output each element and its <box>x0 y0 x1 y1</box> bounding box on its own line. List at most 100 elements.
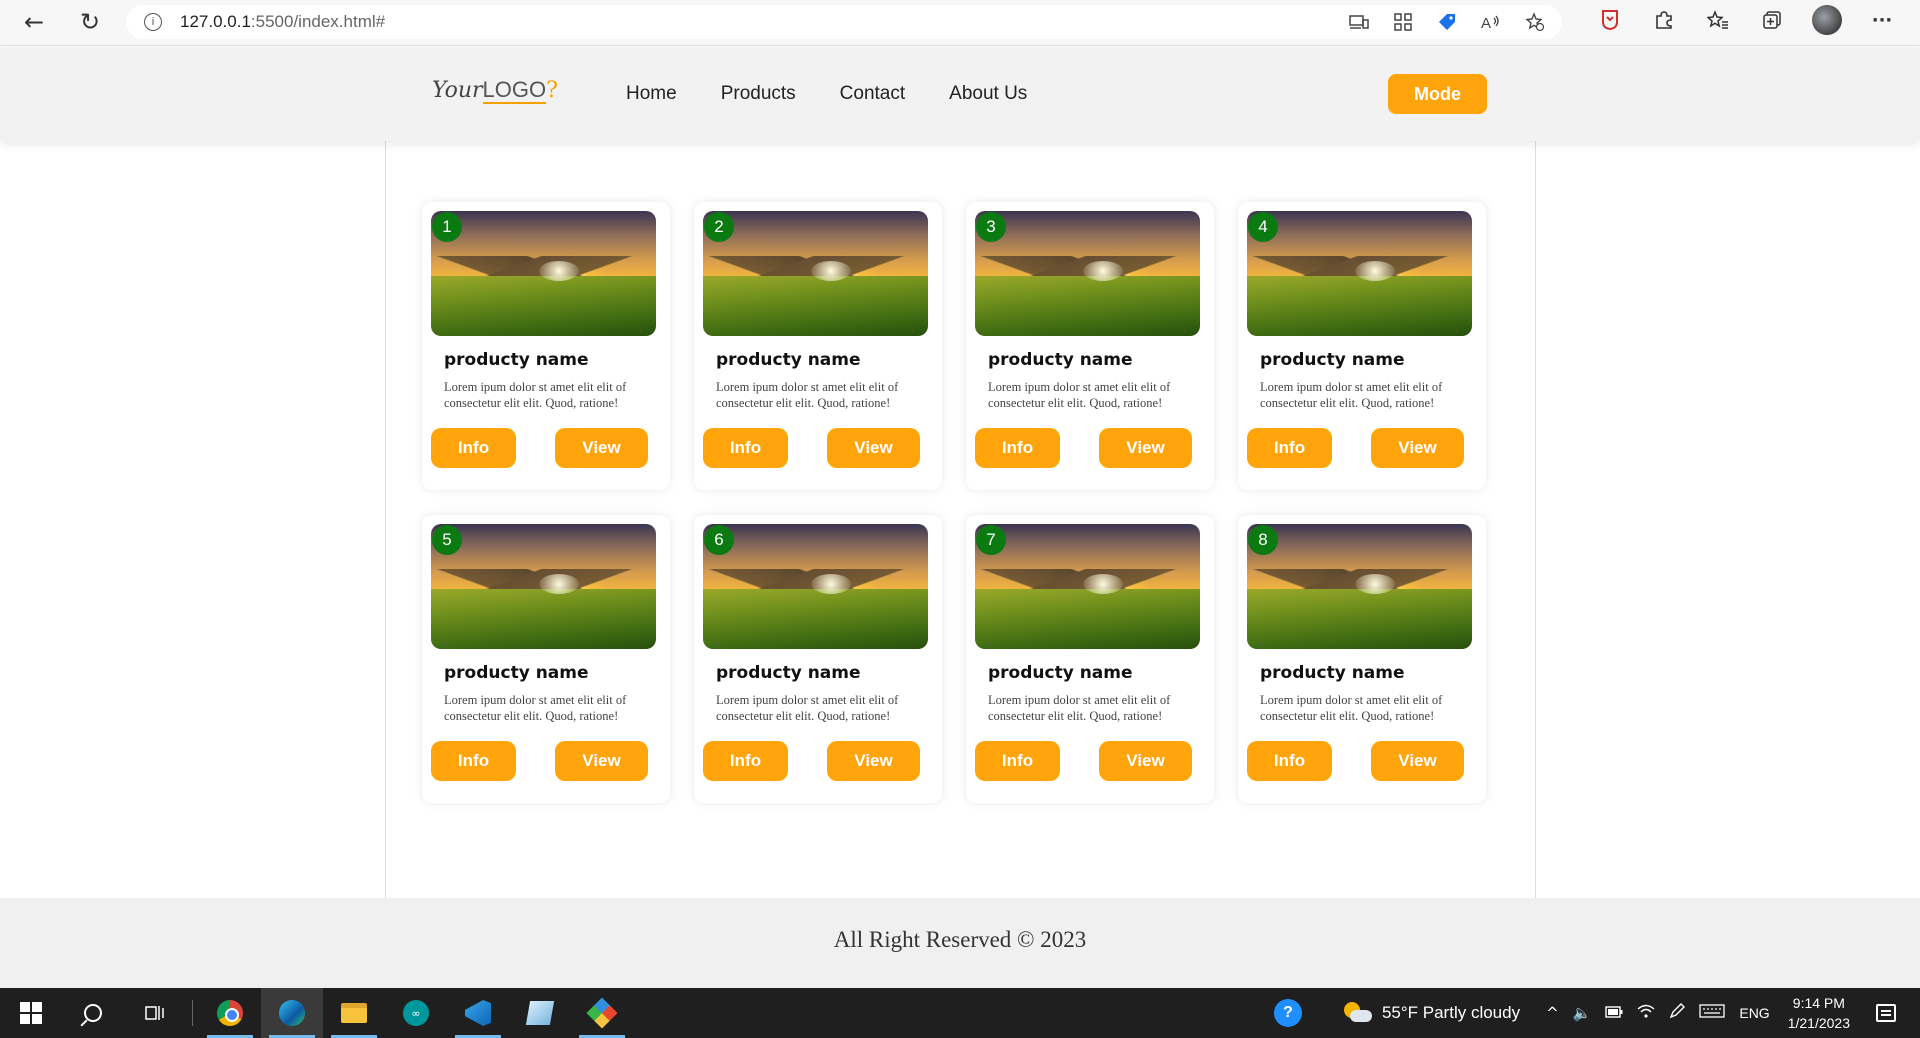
pen-icon[interactable] <box>1669 1003 1686 1023</box>
product-image <box>1247 211 1472 336</box>
product-image <box>431 211 656 336</box>
task-view-icon[interactable] <box>124 988 186 1038</box>
view-button[interactable]: View <box>555 428 648 468</box>
nav-home[interactable]: Home <box>626 83 677 105</box>
product-actions: Info View <box>975 428 1200 468</box>
view-button[interactable]: View <box>555 741 648 781</box>
product-grid: 1 producty name Lorem ipum dolor st amet… <box>422 202 1486 803</box>
system-tray: ? 55°F Partly cloudy ^ 🔈 ENG 9:14 PM 1/2… <box>1273 988 1920 1038</box>
product-description: Lorem ipum dolor st amet elit elit of co… <box>716 380 899 410</box>
more-icon[interactable]: ··· <box>1868 6 1896 34</box>
view-button[interactable]: View <box>827 741 920 781</box>
shopping-tag-icon[interactable] <box>1434 9 1460 35</box>
taskbar-divider <box>192 1000 193 1026</box>
apps-icon[interactable] <box>1390 9 1416 35</box>
product-image <box>431 524 656 649</box>
product-name: producty name <box>444 350 589 370</box>
info-button[interactable]: Info <box>975 741 1060 781</box>
windows-start-icon[interactable] <box>0 988 62 1038</box>
collections-icon[interactable] <box>1758 6 1786 34</box>
browser-actions: ··· <box>1596 5 1920 35</box>
mode-toggle-button[interactable]: Mode <box>1388 74 1487 114</box>
weather-icon[interactable] <box>1342 1002 1372 1024</box>
product-name: producty name <box>716 663 861 683</box>
info-button[interactable]: Info <box>431 741 516 781</box>
main-nav: Home Products Contact About Us <box>626 83 1027 105</box>
arduino-icon[interactable]: ∞ <box>385 988 447 1038</box>
profile-icon[interactable] <box>1812 5 1842 35</box>
nav-contact[interactable]: Contact <box>840 83 905 105</box>
site-logo[interactable]: YourLOGO? <box>432 77 558 104</box>
site-info-icon[interactable]: i <box>144 13 162 31</box>
site-header: YourLOGO? Home Products Contact About Us… <box>0 47 1920 141</box>
battery-icon[interactable] <box>1605 1004 1623 1022</box>
favorites-icon[interactable] <box>1704 6 1732 34</box>
reload-icon[interactable]: ↻ <box>76 8 104 36</box>
chevron-up-icon[interactable]: ^ <box>1546 1004 1559 1022</box>
view-button[interactable]: View <box>1371 741 1464 781</box>
product-name: producty name <box>988 663 1133 683</box>
nav-about-us[interactable]: About Us <box>949 83 1027 105</box>
product-number-badge: 1 <box>432 212 462 242</box>
language-indicator[interactable]: ENG <box>1739 1005 1769 1021</box>
product-description: Lorem ipum dolor st amet elit elit of co… <box>444 693 627 723</box>
search-icon[interactable] <box>62 988 124 1038</box>
copyright-text: All Right Reserved © 2023 <box>833 927 1087 952</box>
info-button[interactable]: Info <box>1247 741 1332 781</box>
product-actions: Info View <box>1247 428 1472 468</box>
address-bar[interactable]: i 127.0.0.1:5500/index.html# A <box>126 5 1562 39</box>
info-button[interactable]: Info <box>703 741 788 781</box>
site-footer: All Right Reserved © 2023 <box>0 898 1920 988</box>
product-card: 7 producty name Lorem ipum dolor st amet… <box>966 515 1214 803</box>
volume-icon[interactable]: 🔈 <box>1573 1004 1592 1022</box>
product-card: 4 producty name Lorem ipum dolor st amet… <box>1238 202 1486 490</box>
product-number-badge: 3 <box>976 212 1006 242</box>
info-button[interactable]: Info <box>975 428 1060 468</box>
file-explorer-icon[interactable] <box>323 988 385 1038</box>
keyboard-icon[interactable] <box>1699 1003 1726 1023</box>
pdf-icon[interactable] <box>1596 6 1624 34</box>
view-button[interactable]: View <box>827 428 920 468</box>
notepad-icon[interactable] <box>509 988 571 1038</box>
extensions-icon[interactable] <box>1650 6 1678 34</box>
view-button[interactable]: View <box>1371 428 1464 468</box>
clock[interactable]: 9:14 PM 1/21/2023 <box>1788 993 1850 1033</box>
help-icon[interactable]: ? <box>1273 999 1302 1027</box>
git-icon[interactable] <box>571 988 633 1038</box>
read-aloud-icon[interactable]: A <box>1478 9 1504 35</box>
weather-text[interactable]: 55°F Partly cloudy <box>1382 1003 1520 1023</box>
info-button[interactable]: Info <box>703 428 788 468</box>
product-card: 5 producty name Lorem ipum dolor st amet… <box>422 515 670 803</box>
view-button[interactable]: View <box>1099 428 1192 468</box>
info-button[interactable]: Info <box>1247 428 1332 468</box>
back-arrow-icon[interactable]: ← <box>20 8 48 36</box>
product-number-badge: 4 <box>1248 212 1278 242</box>
browser-toolbar: ← ↻ i 127.0.0.1:5500/index.html# A ··· <box>0 0 1920 46</box>
svg-text:A: A <box>1481 15 1491 31</box>
product-image <box>703 211 928 336</box>
product-description: Lorem ipum dolor st amet elit elit of co… <box>716 693 899 723</box>
add-favorite-icon[interactable] <box>1522 9 1548 35</box>
product-card: 3 producty name Lorem ipum dolor st amet… <box>966 202 1214 490</box>
url-path: :5500/index.html# <box>250 12 386 31</box>
nav-products[interactable]: Products <box>721 83 796 105</box>
product-description: Lorem ipum dolor st amet elit elit of co… <box>988 380 1171 410</box>
product-description: Lorem ipum dolor st amet elit elit of co… <box>444 380 627 410</box>
info-button[interactable]: Info <box>431 428 516 468</box>
view-button[interactable]: View <box>1099 741 1192 781</box>
product-number-badge: 2 <box>704 212 734 242</box>
product-actions: Info View <box>703 741 928 781</box>
edge-icon[interactable] <box>261 988 323 1038</box>
product-card: 8 producty name Lorem ipum dolor st amet… <box>1238 515 1486 803</box>
product-name: producty name <box>1260 663 1405 683</box>
wifi-icon[interactable] <box>1637 1003 1655 1023</box>
devices-icon[interactable] <box>1346 9 1372 35</box>
vscode-icon[interactable] <box>447 988 509 1038</box>
url-host: 127.0.0.1 <box>180 12 251 31</box>
product-number-badge: 7 <box>976 525 1006 555</box>
chrome-icon[interactable] <box>199 988 261 1038</box>
notification-icon[interactable] <box>1876 1004 1896 1022</box>
product-actions: Info View <box>431 428 656 468</box>
product-card: 2 producty name Lorem ipum dolor st amet… <box>694 202 942 490</box>
product-description: Lorem ipum dolor st amet elit elit of co… <box>1260 380 1443 410</box>
